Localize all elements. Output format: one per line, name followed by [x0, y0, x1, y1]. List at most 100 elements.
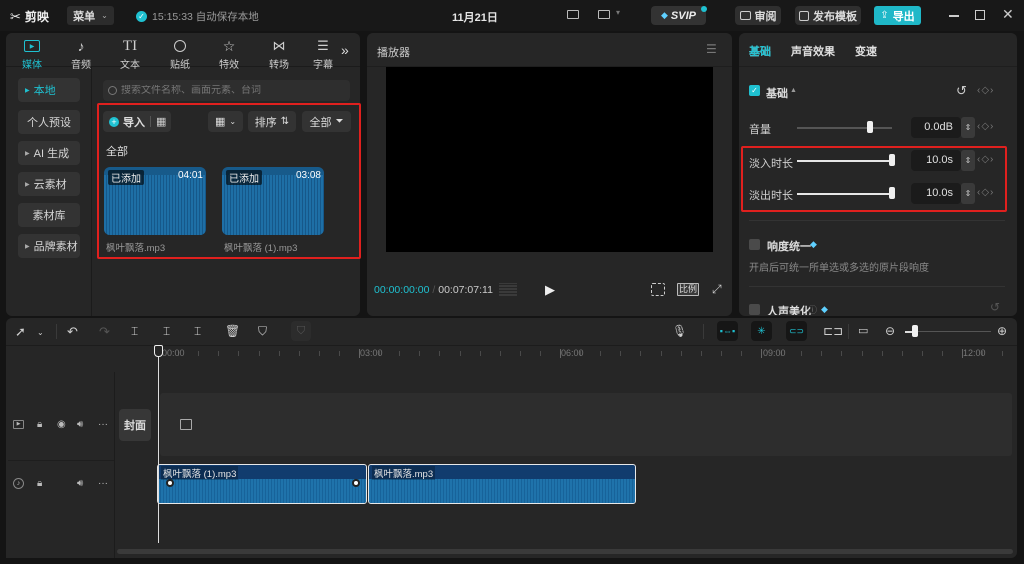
volume-input[interactable]: 0.0dB: [911, 117, 961, 138]
layout-icon[interactable]: [598, 10, 610, 19]
minimize-icon[interactable]: [949, 15, 959, 17]
menu-icon[interactable]: ☰: [706, 42, 717, 56]
svip-button[interactable]: ◆ SVIP: [651, 6, 706, 25]
lock-icon[interactable]: 🔒︎: [37, 478, 42, 489]
view-mode-button[interactable]: ▦ ⌄: [208, 111, 243, 132]
timeline-zoom-handle[interactable]: [912, 325, 918, 337]
zoom-out-icon[interactable]: ⊖: [885, 324, 895, 338]
tab-caption[interactable]: ☰ 字幕: [308, 36, 338, 71]
fade-in-slider[interactable]: [797, 160, 892, 162]
playhead[interactable]: [158, 347, 159, 543]
trim-left-icon[interactable]: ⌶: [163, 324, 170, 339]
audio-clip[interactable]: 枫叶飘落 (1).mp3: [157, 464, 367, 504]
collapse-icon[interactable]: ▲: [790, 87, 797, 94]
preview-canvas[interactable]: [386, 67, 713, 252]
chevron-down-icon[interactable]: ⌄: [37, 328, 44, 337]
fade-out-handle[interactable]: [352, 479, 360, 487]
tab-speed[interactable]: 变速: [855, 43, 877, 59]
tab-media[interactable]: ▶ 媒体: [12, 36, 52, 71]
fade-out-slider[interactable]: [797, 193, 892, 195]
sidebar-item-presets[interactable]: 个人预设: [18, 110, 80, 134]
tab-effects[interactable]: ☆ 特效: [209, 36, 249, 72]
undo-icon[interactable]: ↶: [67, 324, 78, 340]
checkbox-voice-beautify[interactable]: [749, 304, 760, 315]
more-tabs-icon[interactable]: »: [341, 42, 349, 58]
menu-button[interactable]: 菜单 ⌄: [67, 6, 114, 25]
volume-stepper[interactable]: ⇕: [961, 117, 975, 138]
close-icon[interactable]: ✕: [1002, 6, 1014, 23]
split-preview-icon[interactable]: ⊏⊐: [823, 324, 843, 338]
help-icon[interactable]: ⓘ: [808, 303, 817, 316]
timeline-scrollbar[interactable]: [117, 549, 1013, 554]
fade-in-handle[interactable]: [166, 479, 174, 487]
fade-out-input[interactable]: 10.0s: [911, 183, 961, 204]
cover-button[interactable]: 封面: [119, 409, 151, 441]
sidebar-item-local[interactable]: ▶ 本地: [18, 78, 80, 102]
speaker-icon[interactable]: 🔊︎: [77, 478, 83, 489]
fade-in-stepper[interactable]: ⇕: [961, 150, 975, 171]
play-icon[interactable]: ▶: [545, 282, 555, 298]
tab-audio[interactable]: ♪ 音频: [61, 36, 101, 71]
playhead-handle[interactable]: [154, 345, 163, 357]
volume-slider-handle[interactable]: [867, 121, 873, 133]
select-cursor-icon[interactable]: ➚: [15, 324, 26, 340]
fade-out-stepper[interactable]: ⇕: [961, 183, 975, 204]
trim-right-icon[interactable]: ⌶: [194, 324, 201, 339]
more-icon[interactable]: ···: [98, 419, 108, 430]
sort-button[interactable]: 排序 ⇅: [248, 111, 296, 132]
tab-transition[interactable]: ⋈ 转场: [259, 36, 299, 71]
main-video-track[interactable]: [160, 393, 1012, 456]
maximize-icon[interactable]: [975, 10, 985, 20]
microphone-icon[interactable]: 🎙: [672, 324, 687, 338]
keyframe-icon[interactable]: ‹◇›: [977, 85, 994, 96]
review-button[interactable]: 审阅: [735, 6, 781, 25]
checkbox-basic[interactable]: ✓: [749, 85, 760, 96]
search-input[interactable]: [103, 80, 350, 101]
link-icon[interactable]: ⊂⊃: [786, 321, 807, 341]
zoom-in-icon[interactable]: ⊕: [997, 324, 1007, 338]
keyframe-icon[interactable]: ‹◇›: [977, 121, 994, 132]
keyframe-icon[interactable]: ‹◇›: [977, 187, 994, 198]
import-button[interactable]: + 导入: [103, 114, 145, 130]
fade-in-slider-handle[interactable]: [889, 154, 895, 166]
sidebar-item-cloud[interactable]: ▶ 云素材: [18, 172, 80, 196]
publish-template-button[interactable]: 发布模板: [795, 6, 861, 25]
reset-icon[interactable]: ↺: [956, 83, 967, 99]
auto-snap-icon[interactable]: ✳: [751, 321, 772, 341]
checkbox-loudness[interactable]: [749, 239, 760, 250]
shield-disabled-icon[interactable]: ⛉: [291, 321, 311, 341]
speaker-icon[interactable]: 🔊︎: [77, 419, 83, 430]
tab-text[interactable]: TI 文本: [110, 36, 150, 72]
redo-icon[interactable]: ↷: [99, 324, 110, 340]
delete-icon[interactable]: 🗑: [225, 324, 240, 338]
subtitle-layout-icon[interactable]: [567, 10, 579, 19]
tab-sound-effects[interactable]: 声音效果: [791, 43, 835, 59]
keyframe-icon[interactable]: ‹◇›: [977, 154, 994, 165]
more-icon[interactable]: ···: [98, 478, 108, 489]
volume-slider[interactable]: [797, 127, 892, 129]
media-file-card[interactable]: 已添加 04:01: [104, 167, 206, 235]
sidebar-item-library[interactable]: 素材库: [18, 203, 80, 227]
chevron-down-icon[interactable]: ▾: [616, 8, 620, 17]
sidebar-item-brand[interactable]: ▶ 品牌素材: [18, 234, 80, 258]
tab-sticker[interactable]: 贴纸: [160, 36, 200, 71]
search-field[interactable]: [121, 85, 341, 96]
main-track-magnet-icon[interactable]: ▪⇔▪: [717, 321, 738, 341]
eye-icon[interactable]: ◉: [57, 419, 66, 430]
export-button[interactable]: ⇪ 导出: [874, 6, 921, 25]
fade-in-input[interactable]: 10.0s: [911, 150, 961, 171]
fullscreen-icon[interactable]: ⤢: [712, 282, 722, 297]
filter-button[interactable]: 全部 ⏷: [302, 111, 351, 132]
sidebar-item-ai[interactable]: ▶ AI 生成: [18, 141, 80, 165]
reset-icon[interactable]: ↺: [990, 300, 1000, 314]
shield-mark-icon[interactable]: ⛉: [258, 324, 267, 339]
tab-basic-label[interactable]: 基础: [749, 43, 771, 59]
aspect-ratio-button[interactable]: 比例: [677, 283, 699, 296]
screenshot-focus-icon[interactable]: [651, 283, 665, 296]
lock-icon[interactable]: 🔒︎: [37, 419, 42, 430]
qr-code-icon[interactable]: ▦: [156, 115, 166, 128]
timeline-zoom-fit-icon[interactable]: ▭: [858, 324, 868, 337]
split-icon[interactable]: ⌶: [131, 324, 138, 339]
audio-clip[interactable]: 枫叶飘落.mp3: [368, 464, 636, 504]
fade-out-slider-handle[interactable]: [889, 187, 895, 199]
